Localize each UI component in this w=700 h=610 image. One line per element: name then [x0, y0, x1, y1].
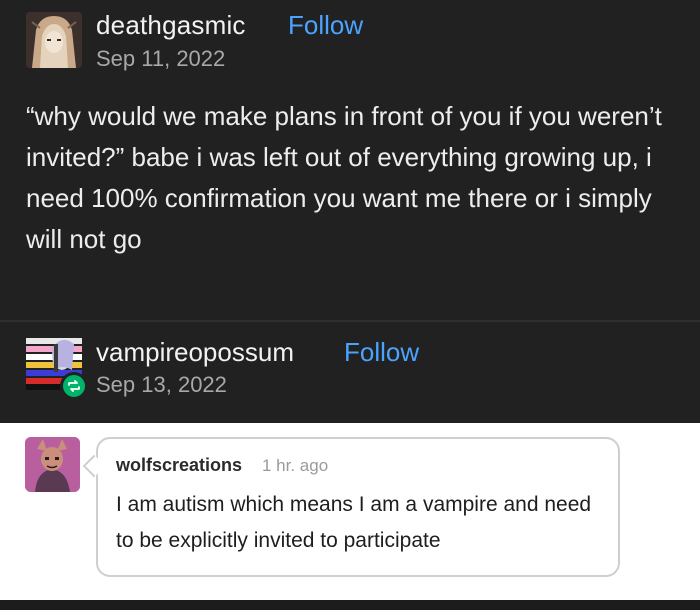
- reblog-icon: [60, 372, 88, 400]
- reply-body: I am autism which means I am a vampire a…: [116, 493, 592, 552]
- reply-username[interactable]: wolfscreations: [116, 455, 242, 476]
- reblog-date[interactable]: Sep 13, 2022: [96, 372, 227, 398]
- post-body: “why would we make plans in front of you…: [26, 101, 662, 254]
- avatar[interactable]: [26, 12, 82, 68]
- post-username[interactable]: deathgasmic: [96, 10, 246, 41]
- reply-avatar[interactable]: [25, 437, 80, 492]
- reblog-username[interactable]: vampireopossum: [96, 337, 294, 368]
- divider: [0, 320, 700, 322]
- reply-timestamp: 1 hr. ago: [262, 456, 329, 475]
- bottom-bar: [0, 600, 700, 610]
- reblog-follow-button[interactable]: Follow: [344, 337, 419, 368]
- follow-button[interactable]: Follow: [288, 10, 363, 41]
- post-date[interactable]: Sep 11, 2022: [96, 46, 225, 72]
